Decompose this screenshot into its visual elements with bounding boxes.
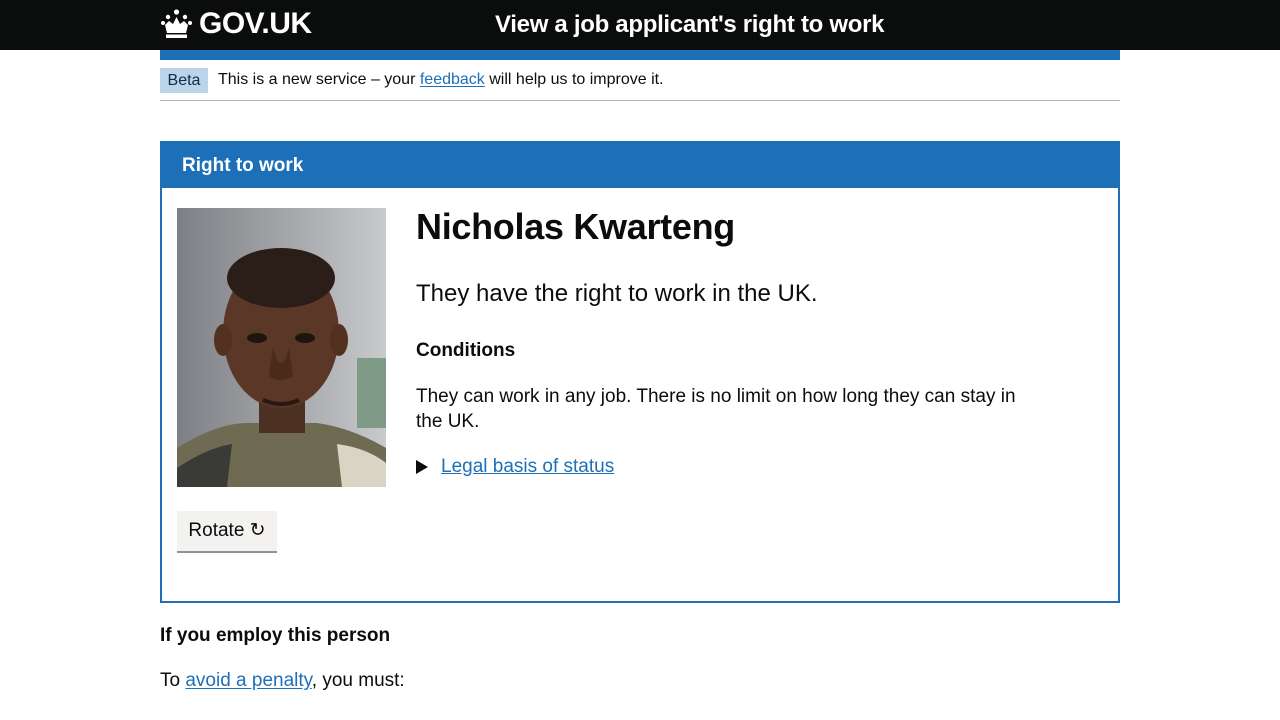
conditions-text: They can work in any job. There is no li… [416, 386, 1016, 432]
employ-text: To avoid a penalty, you must: [160, 669, 405, 693]
disclosure-triangle-icon [416, 460, 428, 474]
legal-basis-summary[interactable]: Legal basis of status [441, 455, 614, 479]
panel-header: Right to work [162, 143, 1118, 188]
applicant-name: Nicholas Kwarteng [416, 206, 735, 247]
applicant-photo [177, 208, 386, 487]
site-header: GOV.UK View a job applicant's right to w… [0, 0, 1280, 50]
conditions-heading: Conditions [416, 340, 516, 361]
phase-text: This is a new service – your feedback wi… [218, 69, 664, 91]
phase-text-after: will help us to improve it. [489, 71, 664, 88]
crown-icon [161, 9, 192, 38]
service-name[interactable]: View a job applicant's right to work [495, 9, 885, 41]
employ-text-after: , you must: [311, 670, 405, 691]
header-accent-bar [160, 50, 1120, 60]
panel-title: Right to work [182, 155, 304, 176]
photo-image [177, 208, 386, 487]
right-to-work-panel: Right to work Rotate ↻ Nicholas Kwarteng… [160, 141, 1120, 603]
feedback-link[interactable]: feedback [420, 71, 485, 88]
legal-basis-details[interactable]: Legal basis of status [416, 455, 614, 479]
logo-text: GOV.UK [199, 7, 312, 40]
rotate-button[interactable]: Rotate ↻ [177, 511, 277, 551]
avoid-penalty-link[interactable]: avoid a penalty [185, 670, 311, 691]
right-to-work-status: They have the right to work in the UK. [416, 280, 818, 307]
phase-tag: Beta [160, 68, 208, 93]
employ-heading: If you employ this person [160, 625, 391, 646]
employ-text-before: To [160, 670, 181, 691]
govuk-logo-link[interactable]: GOV.UK [160, 6, 312, 42]
phase-banner: Beta This is a new service – your feedba… [160, 60, 1120, 101]
phase-text-before: This is a new service – your [218, 71, 416, 88]
